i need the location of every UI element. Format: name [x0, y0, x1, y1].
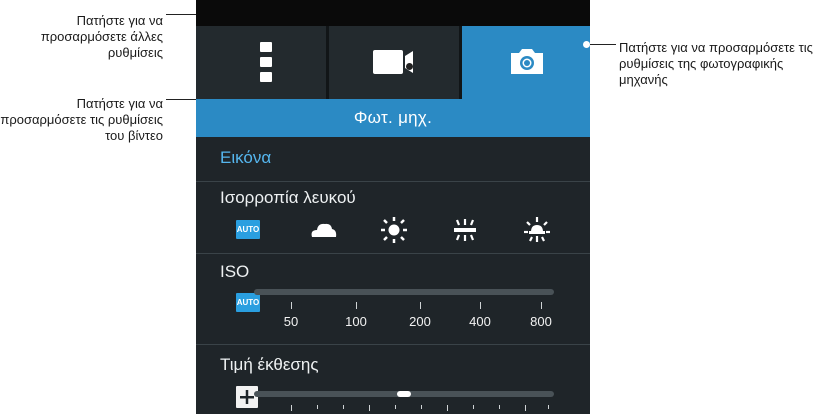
- exposure-tick: [343, 405, 344, 409]
- callout-more-settings: Πατήστε για να προσαρμόσετε άλλες ρυθμίσ…: [40, 13, 163, 60]
- camera-icon: [511, 49, 543, 74]
- exposure-tick: [447, 405, 448, 411]
- iso-tick: [356, 302, 357, 309]
- exposure-tick: [548, 405, 549, 409]
- white-balance-cloudy-button[interactable]: [308, 217, 338, 243]
- leader-dot-video-settings: [406, 63, 413, 70]
- leader-line-video-settings: [166, 99, 196, 100]
- iso-tick: [541, 302, 542, 309]
- callout-video-settings: Πατήστε για να προσαρμόσετε τις ρυθμίσει…: [0, 96, 163, 143]
- exposure-label: Τιμή έκθεσης: [220, 355, 319, 374]
- iso-slider[interactable]: [254, 289, 554, 295]
- exposure-tick: [421, 405, 422, 409]
- leader-line-camera-settings: [590, 44, 616, 45]
- white-balance-auto-button[interactable]: AUTO: [236, 220, 260, 239]
- exposure-tick: [473, 405, 474, 409]
- tab-video-settings[interactable]: [329, 26, 459, 99]
- white-balance-incandescent-button[interactable]: [522, 217, 552, 243]
- iso-tick-label: 800: [530, 314, 552, 329]
- tab-camera-settings[interactable]: [462, 26, 590, 99]
- exposure-tick: [395, 405, 396, 409]
- divider: [196, 253, 590, 254]
- fluorescent-icon: [454, 219, 476, 241]
- leader-dot-camera-settings: [583, 41, 590, 48]
- white-balance-label: Ισορροπία λευκού: [220, 188, 356, 207]
- iso-tick-label: 100: [345, 314, 367, 329]
- incandescent-icon: [524, 217, 550, 242]
- exposure-slider-thumb[interactable]: [397, 391, 411, 397]
- exposure-ticks: [196, 405, 590, 413]
- exposure-tick: [291, 405, 292, 411]
- exposure-tick: [525, 405, 526, 411]
- iso-tick: [420, 302, 421, 309]
- iso-tick: [480, 302, 481, 309]
- cloud-icon: [311, 223, 337, 237]
- exposure-tick: [369, 405, 370, 411]
- callout-camera-settings: Πατήστε για να προσαρμόσετε τις ρυθμίσει…: [619, 40, 813, 87]
- sun-icon: [381, 217, 407, 243]
- section-title-image: Εικόνα: [220, 148, 272, 167]
- settings-header-title: Φωτ. μηχ.: [353, 108, 433, 127]
- white-balance-fluorescent-button[interactable]: [450, 217, 480, 243]
- iso-label: ISO: [220, 262, 250, 281]
- iso-tick-label: 200: [409, 314, 431, 329]
- tab-more-settings[interactable]: [196, 26, 326, 99]
- iso-tick-label: 400: [469, 314, 491, 329]
- camera-settings-panel: Φωτ. μηχ. Εικόνα Ισορροπία λευκού AUTO I…: [196, 0, 590, 414]
- exposure-tick: [499, 405, 500, 409]
- iso-tick-label: 50: [283, 314, 299, 329]
- white-balance-daylight-button[interactable]: [379, 217, 409, 243]
- divider: [196, 344, 590, 345]
- iso-auto-button[interactable]: AUTO: [236, 293, 260, 312]
- exposure-tick: [317, 405, 318, 409]
- settings-header: Φωτ. μηχ.: [196, 99, 590, 137]
- iso-tick: [291, 302, 292, 309]
- divider: [196, 181, 590, 182]
- exposure-slider[interactable]: [254, 391, 554, 397]
- status-strip: [196, 0, 590, 26]
- vertical-dots-icon: [260, 42, 272, 82]
